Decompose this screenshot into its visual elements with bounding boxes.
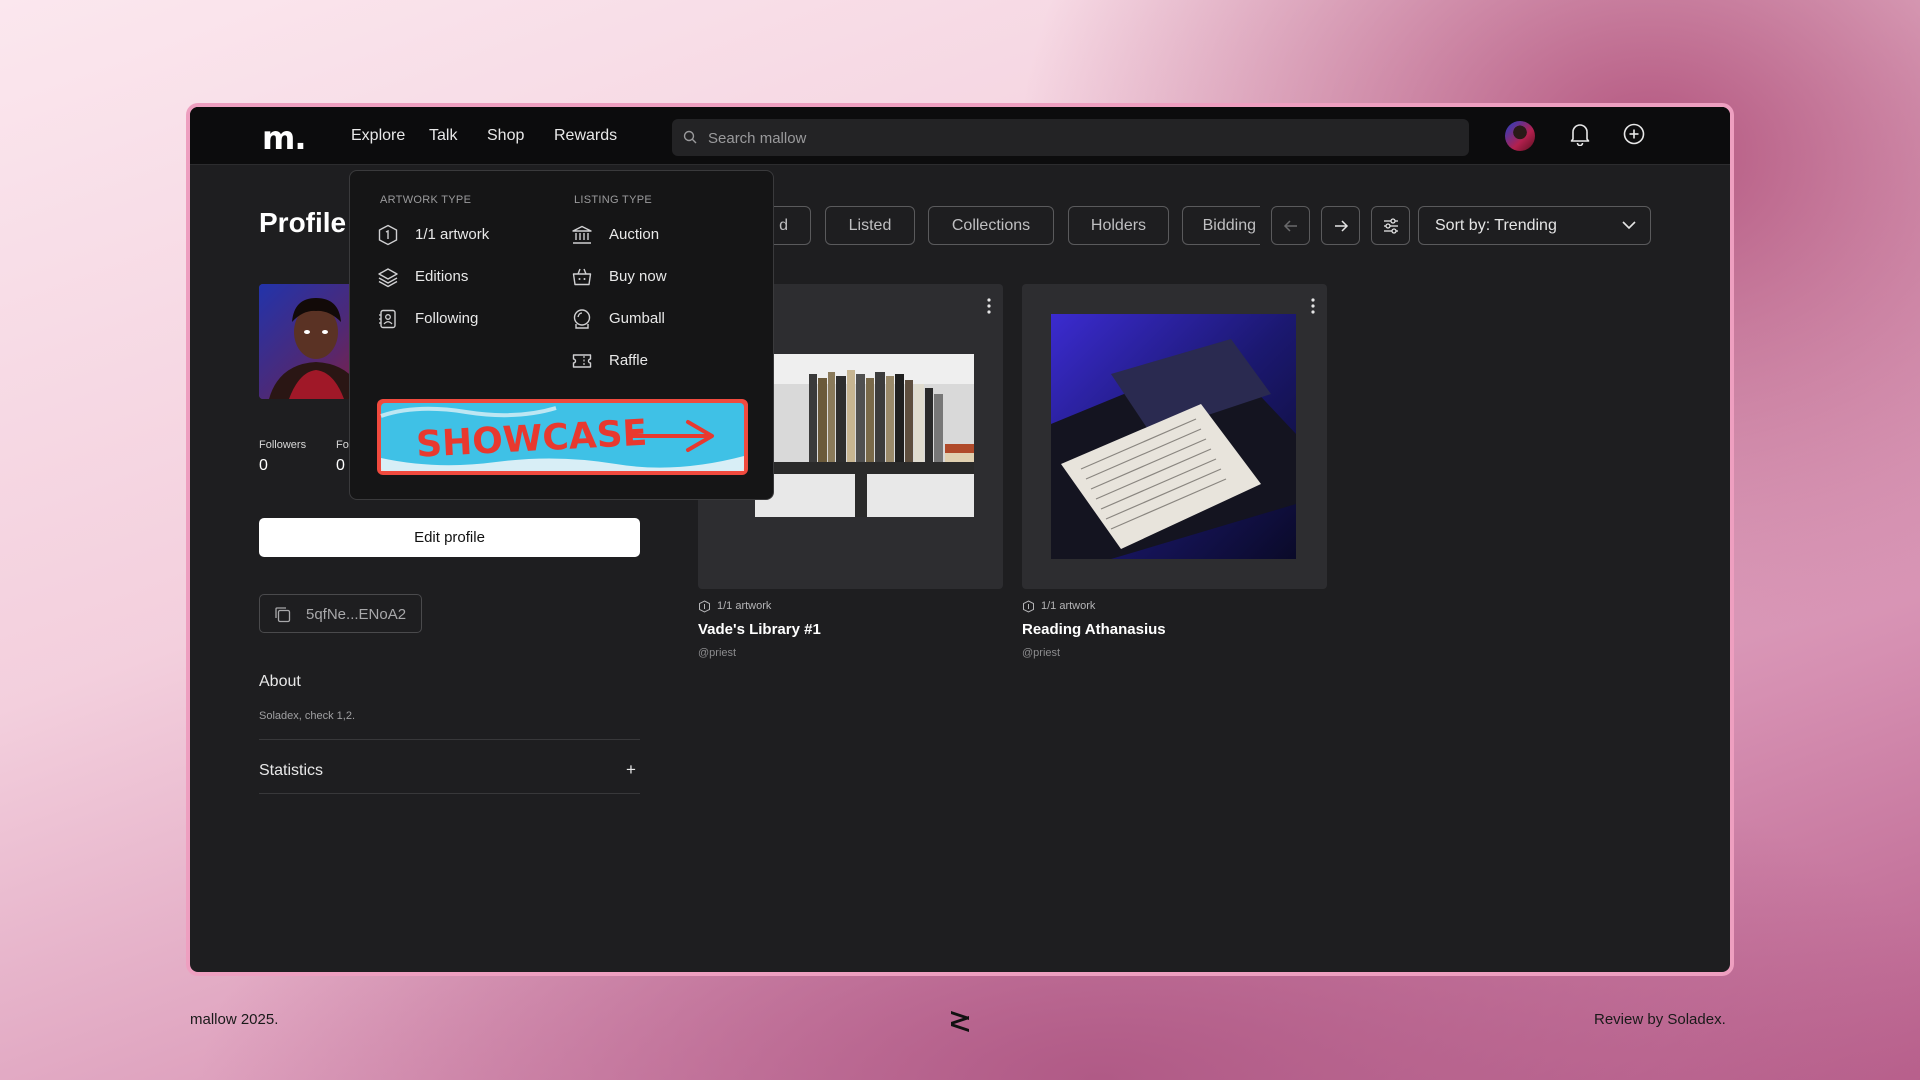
wallet-address: 5qfNe...ENoA2 xyxy=(306,606,407,623)
followers-label: Followers xyxy=(259,439,307,451)
arrow-left-icon xyxy=(1283,219,1297,232)
chevron-down-icon xyxy=(1622,221,1636,230)
page-title: Profile xyxy=(259,207,347,238)
more-options-icon[interactable] xyxy=(1311,298,1315,314)
scroll-right-button[interactable] xyxy=(1321,206,1360,245)
footer-review-credit: Review by Soladex. xyxy=(1594,1011,1726,1028)
nav-shop[interactable]: Shop xyxy=(487,127,524,145)
artwork-type-heading: ARTWORK TYPE xyxy=(380,194,472,206)
statistics-expand-toggle[interactable]: + xyxy=(626,760,636,780)
bell-icon[interactable] xyxy=(1569,122,1591,146)
one-of-one-icon xyxy=(1023,600,1034,613)
basket-icon xyxy=(572,268,592,286)
artwork-image-reading xyxy=(1051,314,1296,559)
listing-type-heading: LISTING TYPE xyxy=(574,194,652,206)
nav-rewards[interactable]: Rewards xyxy=(554,127,617,145)
one-of-one-icon xyxy=(699,600,710,613)
sort-label: Sort by: Trending xyxy=(1435,217,1557,234)
ticket-icon xyxy=(572,354,592,368)
explore-dropdown-menu: ARTWORK TYPE LISTING TYPE 1/1 artwork Ed… xyxy=(349,170,774,500)
auction-icon xyxy=(572,225,592,244)
nav-talk[interactable]: Talk xyxy=(429,127,457,145)
add-circle-icon[interactable] xyxy=(1622,122,1646,146)
tab-collections[interactable]: Collections xyxy=(928,206,1054,245)
card-title[interactable]: Reading Athanasius xyxy=(1022,621,1166,638)
search-icon xyxy=(683,130,697,144)
card-username[interactable]: @priest xyxy=(1022,647,1060,659)
soladex-logo-icon xyxy=(951,1011,969,1032)
artwork-card[interactable] xyxy=(1022,284,1327,589)
user-avatar[interactable] xyxy=(1505,121,1535,151)
card-type-label: 1/1 artwork xyxy=(1041,600,1096,612)
search-bar[interactable] xyxy=(672,119,1469,158)
tab-bidding[interactable]: Bidding xyxy=(1182,206,1260,245)
app-window-frame: m. Explore Talk Shop Rewards Search mall… xyxy=(186,103,1734,976)
card-type-label: 1/1 artwork xyxy=(717,600,772,612)
following-label: Fo xyxy=(336,439,349,451)
following-icon xyxy=(379,309,396,329)
scroll-left-button[interactable] xyxy=(1271,206,1310,245)
about-text: Soladex, check 1,2. xyxy=(259,710,356,722)
arrow-right-icon xyxy=(1334,219,1348,232)
layers-icon xyxy=(378,268,398,288)
copy-icon xyxy=(275,607,291,623)
one-of-one-icon xyxy=(378,224,398,246)
following-count[interactable]: 0 xyxy=(336,457,345,475)
footer-copyright: mallow 2025. xyxy=(190,1011,279,1028)
tab-holders[interactable]: Holders xyxy=(1068,206,1169,245)
divider xyxy=(259,739,640,740)
sliders-icon xyxy=(1383,217,1398,234)
more-options-icon[interactable] xyxy=(987,298,991,314)
gumball-icon xyxy=(573,309,591,329)
followers-count[interactable]: 0 xyxy=(259,457,268,475)
statistics-heading[interactable]: Statistics xyxy=(259,762,323,780)
top-navigation-bar: m. Explore Talk Shop Rewards xyxy=(190,107,1730,165)
card-title[interactable]: Vade's Library #1 xyxy=(698,621,821,638)
wallet-address-copy[interactable]: 5qfNe...ENoA2 xyxy=(259,594,422,633)
nav-explore[interactable]: Explore xyxy=(351,127,405,145)
divider xyxy=(259,793,640,794)
app-window: m. Explore Talk Shop Rewards Search mall… xyxy=(190,107,1730,972)
tab-listed[interactable]: Listed xyxy=(825,206,915,245)
edit-profile-button[interactable]: Edit profile xyxy=(259,518,640,557)
mallow-logo[interactable]: m. xyxy=(262,119,306,157)
card-username[interactable]: @priest xyxy=(698,647,736,659)
artwork-image-library xyxy=(755,354,974,517)
sort-dropdown[interactable]: Sort by: Trending xyxy=(1418,206,1651,245)
filter-settings-button[interactable] xyxy=(1371,206,1410,245)
about-heading: About xyxy=(259,673,301,690)
search-input[interactable] xyxy=(706,119,1410,158)
showcase-banner[interactable]: SHOWCASE xyxy=(376,398,749,476)
